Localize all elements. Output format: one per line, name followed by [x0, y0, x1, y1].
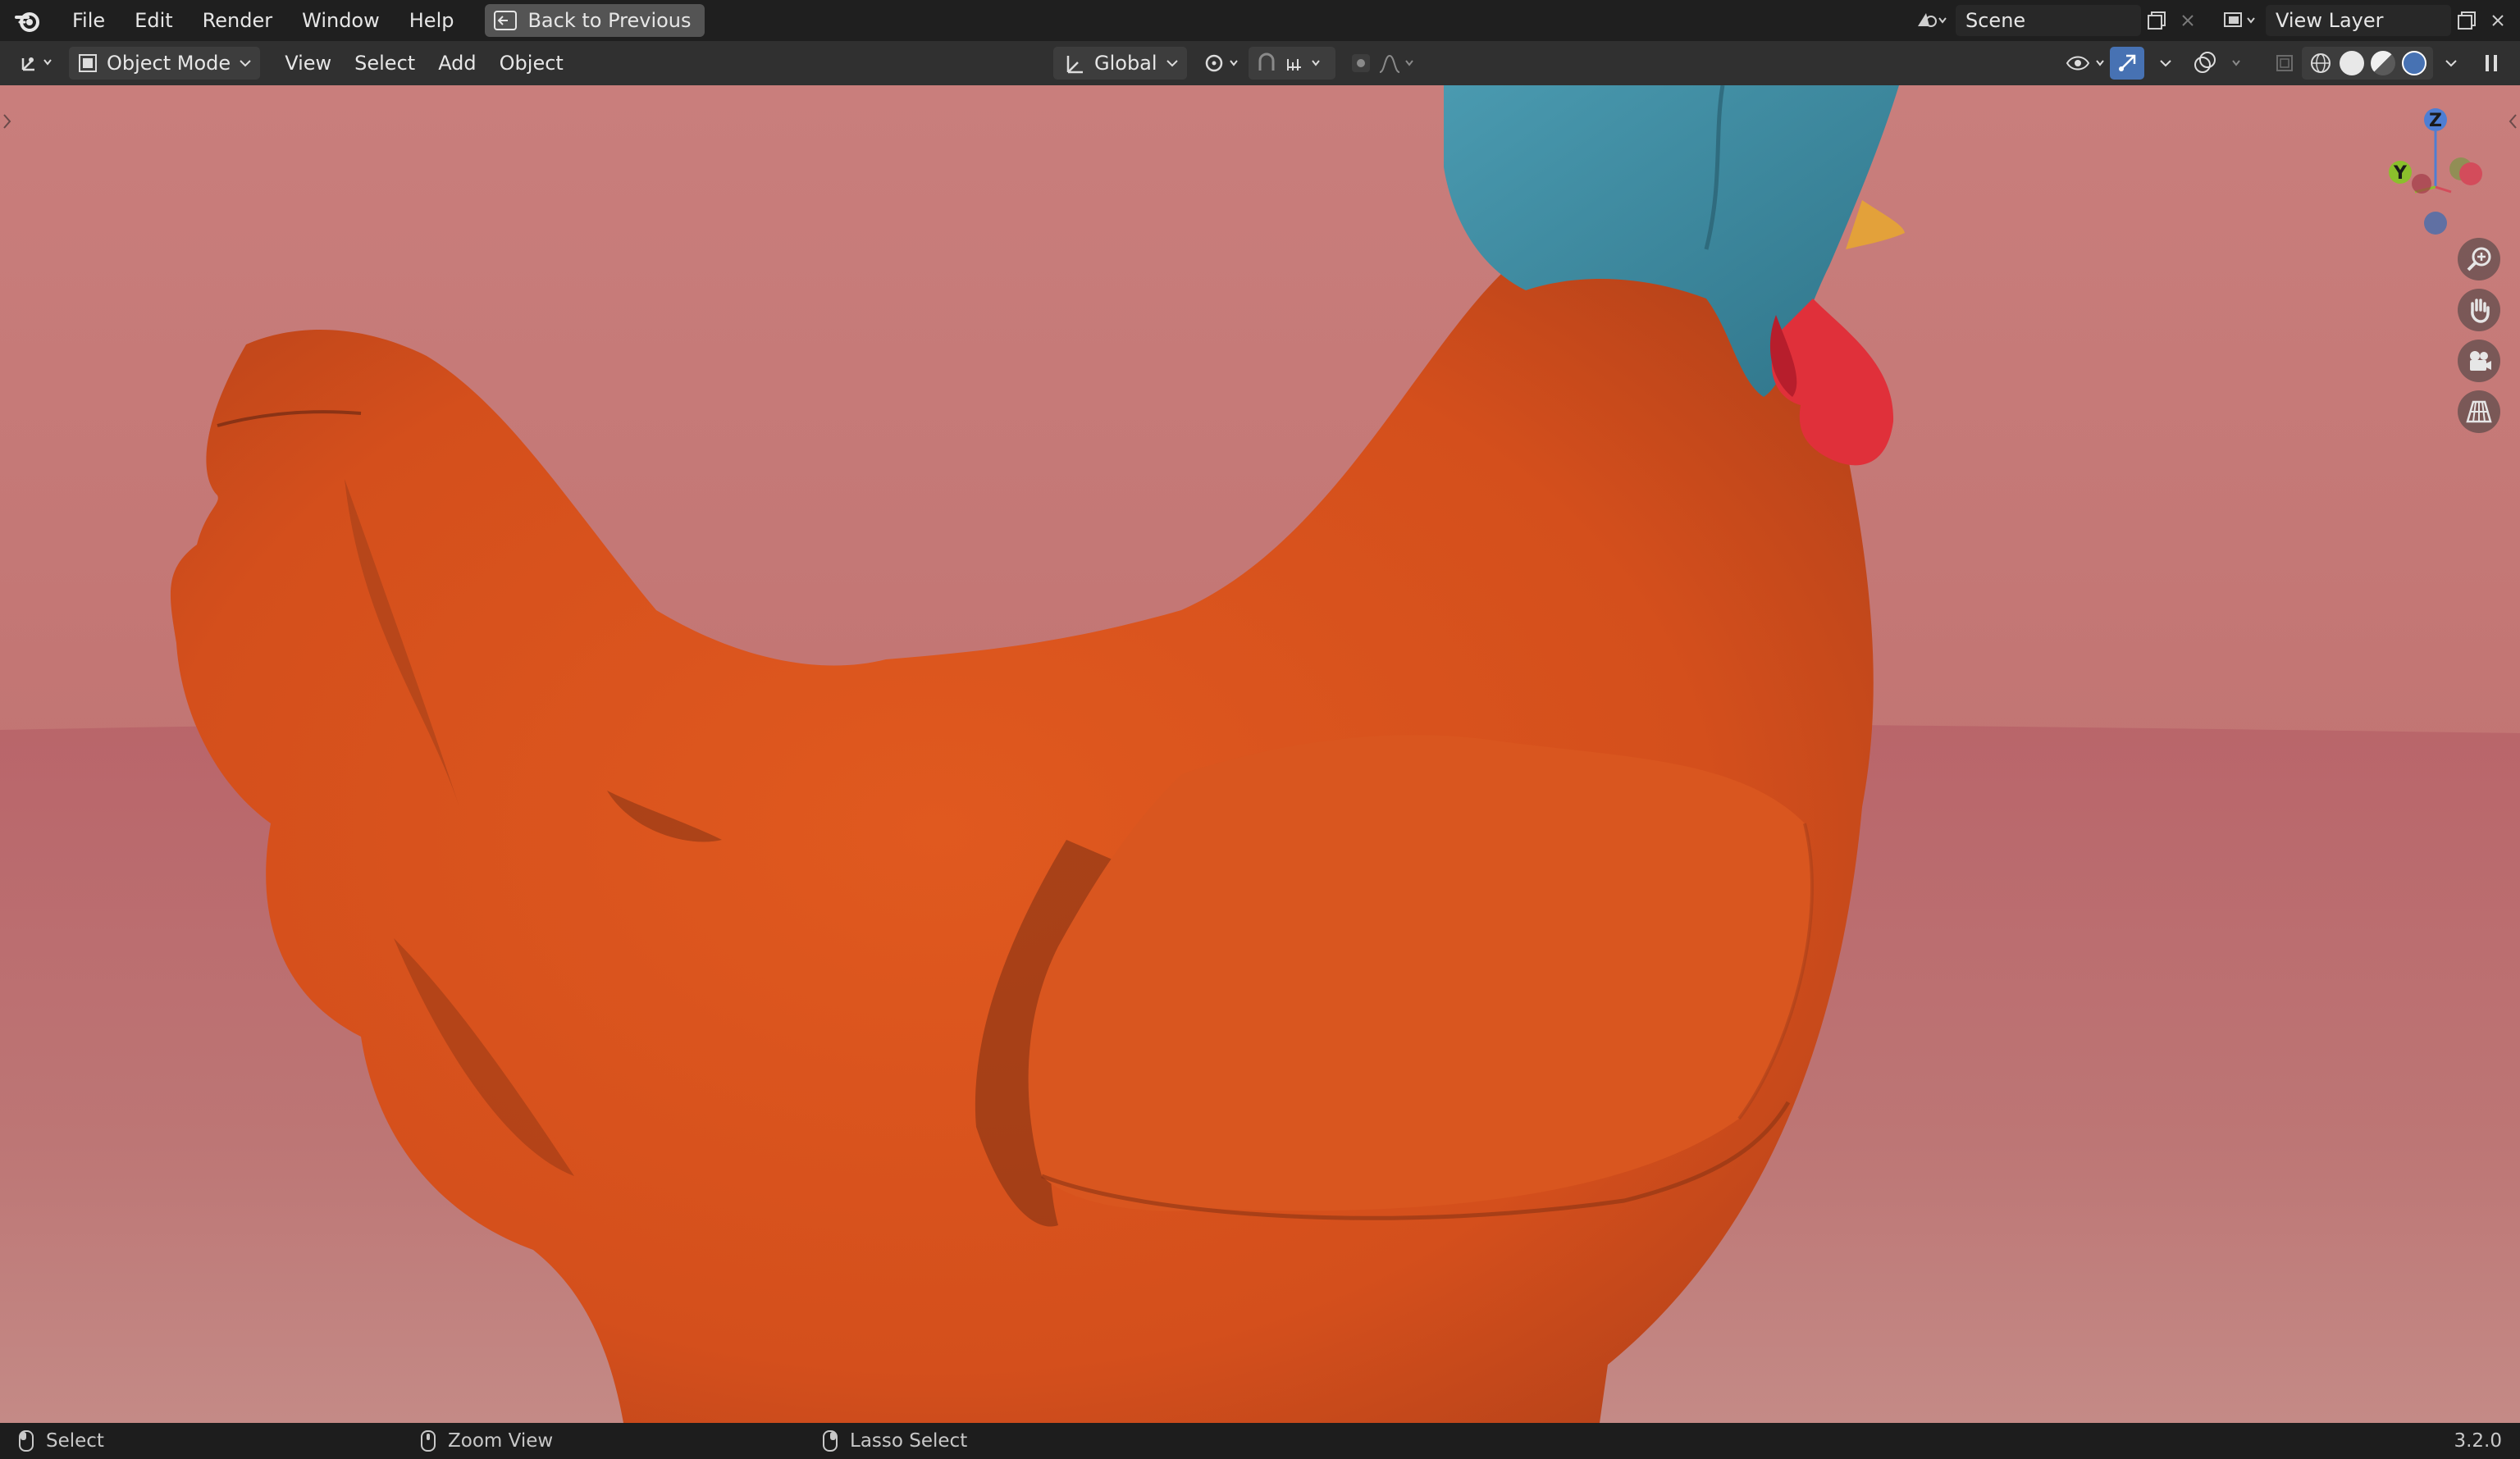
transform-orientation-dropdown[interactable]: Global — [1053, 47, 1187, 80]
chevron-down-icon — [2445, 60, 2457, 67]
mouse-icon — [421, 1430, 436, 1452]
menu-file[interactable]: File — [57, 2, 120, 39]
status-lasso: Lasso Select — [822, 1429, 967, 1452]
proportional-editing-button[interactable] — [1342, 47, 1445, 80]
status-lasso-label: Lasso Select — [850, 1430, 968, 1452]
scene-close-button[interactable] — [2172, 5, 2203, 36]
object-mode-icon — [79, 54, 97, 72]
snap-button[interactable] — [1249, 47, 1335, 80]
chevron-down-icon — [2160, 60, 2171, 67]
pivot-icon — [1205, 54, 1238, 72]
gizmo-neg-x[interactable] — [2412, 174, 2431, 194]
version-label: 3.2.0 — [2454, 1430, 2502, 1452]
object-mode-dropdown[interactable]: Object Mode — [69, 47, 261, 80]
camera-view-button[interactable] — [2458, 340, 2500, 382]
view-layer-browse-button[interactable] — [2213, 5, 2266, 36]
scene-new-button[interactable] — [2141, 5, 2172, 36]
scene-browse-button[interactable] — [1906, 5, 1956, 36]
view-layer-new-button[interactable] — [2451, 5, 2482, 36]
overlay-icon — [2194, 52, 2240, 73]
xray-icon — [2276, 55, 2293, 71]
wireframe-icon[interactable] — [2308, 51, 2333, 75]
pivot-point-button[interactable] — [1194, 47, 1253, 80]
view-layer-name: View Layer — [2276, 9, 2384, 32]
menu-help[interactable]: Help — [395, 2, 469, 39]
grid-icon — [2466, 400, 2492, 423]
editor-type-icon — [21, 57, 52, 71]
gizmo-x-axis[interactable] — [2459, 162, 2482, 185]
status-select: Select — [18, 1429, 104, 1452]
copy-icon — [2148, 11, 2166, 30]
proportional-icon — [1352, 54, 1413, 73]
visibility-button[interactable] — [2057, 47, 2116, 80]
shading-modes — [2302, 47, 2433, 80]
scene-icon — [1918, 13, 1947, 27]
pause-render-button[interactable] — [2472, 47, 2510, 80]
gizmo-dropdown[interactable] — [2151, 47, 2180, 80]
gizmo-toggle-button[interactable] — [2110, 47, 2144, 80]
overlay-button[interactable] — [2185, 47, 2256, 80]
camera-icon — [2470, 351, 2491, 371]
solid-icon[interactable] — [2340, 51, 2364, 75]
sidebar-toggle-icon[interactable] — [2507, 110, 2518, 133]
top-bar: File Edit Render Window Help Back to Pre… — [0, 0, 2520, 41]
view-layer-field[interactable]: View Layer — [2266, 5, 2451, 36]
zoom-button[interactable] — [2458, 238, 2500, 280]
mouse-icon — [823, 1430, 838, 1452]
rendered-icon[interactable] — [2402, 51, 2426, 75]
navigation-gizmo[interactable]: Z Y — [2379, 102, 2502, 258]
menu-render[interactable]: Render — [188, 2, 287, 39]
viewport-header: Object Mode View Select Add Object Globa… — [0, 41, 2520, 85]
back-to-previous-label: Back to Previous — [527, 9, 692, 32]
menu-edit[interactable]: Edit — [120, 2, 187, 39]
object-mode-label: Object Mode — [107, 52, 231, 75]
close-icon — [2182, 15, 2194, 26]
status-select-label: Select — [46, 1430, 104, 1452]
copy-icon — [2458, 11, 2476, 30]
editor-type-button[interactable] — [11, 47, 62, 80]
shading-dropdown[interactable] — [2436, 47, 2466, 80]
chevron-down-icon — [240, 60, 251, 67]
menu-object[interactable]: Object — [488, 47, 575, 80]
snap-icon — [1258, 52, 1320, 71]
pan-button[interactable] — [2458, 289, 2500, 331]
back-to-previous-button[interactable]: Back to Previous — [485, 4, 705, 37]
view-layer-close-button[interactable] — [2482, 5, 2513, 36]
mouse-icon — [19, 1430, 34, 1452]
status-bar: Select Zoom View Lasso Select 3.2.0 — [0, 1423, 2520, 1459]
pause-icon — [2486, 55, 2497, 71]
zoom-icon — [2467, 247, 2491, 271]
orientation-icon — [1066, 56, 1083, 74]
toolbar-toggle-icon[interactable] — [2, 110, 13, 133]
gizmo-neg-z[interactable] — [2424, 212, 2447, 235]
status-zoom-label: Zoom View — [448, 1430, 554, 1452]
gizmo-icon — [2119, 54, 2136, 71]
status-zoom: Zoom View — [420, 1429, 553, 1452]
3d-viewport[interactable]: Z Y — [0, 85, 2520, 1423]
xray-toggle-button[interactable] — [2266, 47, 2303, 80]
material-icon[interactable] — [2371, 51, 2395, 75]
menu-select[interactable]: Select — [343, 47, 427, 80]
menu-window[interactable]: Window — [287, 2, 395, 39]
hand-icon — [2471, 299, 2490, 323]
menu-add[interactable]: Add — [427, 47, 487, 80]
orientation-label: Global — [1094, 52, 1157, 75]
menu-view[interactable]: View — [273, 47, 343, 80]
gizmo-y-label: Y — [2393, 163, 2408, 184]
close-icon — [2492, 15, 2504, 26]
scene-name: Scene — [1965, 9, 2026, 32]
scene-name-field[interactable]: Scene — [1956, 5, 2141, 36]
gizmo-z-label: Z — [2429, 111, 2442, 131]
scene-group: Scene View Layer — [1906, 0, 2520, 41]
rendered-scene — [0, 85, 2520, 1423]
perspective-toggle-button[interactable] — [2458, 390, 2500, 433]
visibility-icon — [2066, 56, 2104, 71]
blender-logo-icon[interactable] — [13, 6, 43, 35]
view-layer-icon — [2224, 12, 2255, 27]
chevron-down-icon — [1166, 60, 1178, 67]
back-icon — [494, 11, 518, 30]
